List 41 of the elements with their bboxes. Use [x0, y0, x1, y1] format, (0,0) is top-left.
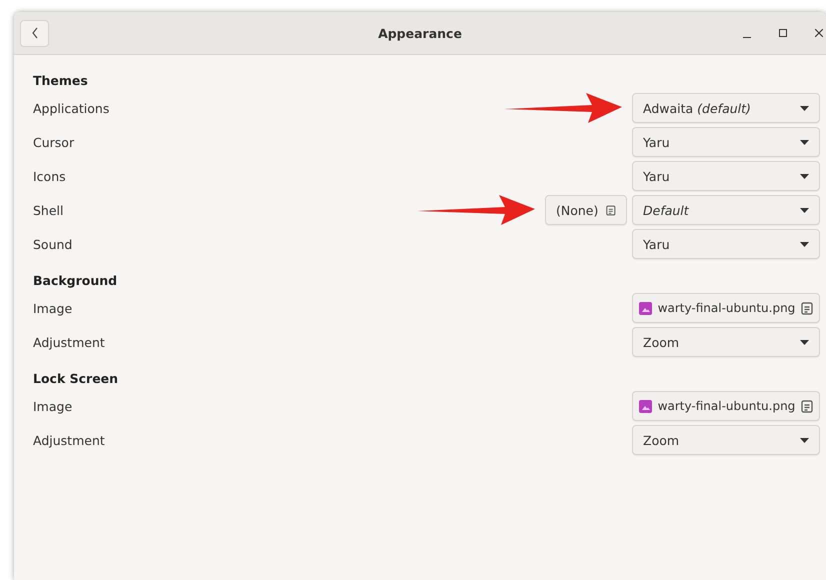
document-icon [606, 204, 616, 216]
row-label: Shell [33, 202, 64, 218]
image-file-icon [639, 400, 652, 412]
image-file-icon [639, 302, 652, 314]
minimize-icon [743, 36, 751, 38]
row-label: Image [33, 398, 74, 414]
dropdown[interactable]: Adwaita (default) [632, 93, 820, 123]
caret-icon [800, 140, 809, 144]
dropdown[interactable]: Default [632, 195, 820, 225]
section-title: Lock Screen [33, 370, 120, 388]
section-title: Background [33, 272, 118, 290]
caret-icon [800, 106, 809, 110]
close-button[interactable] [812, 26, 826, 40]
row-label: Applications [33, 100, 110, 116]
document-icon [801, 302, 813, 314]
dropdown[interactable]: Yaru [632, 229, 820, 259]
caret-icon [800, 438, 809, 442]
file-chooser-button[interactable]: warty-final-ubuntu.png [632, 391, 820, 421]
window-title: Appearance [378, 26, 462, 40]
file-chooser-button[interactable]: warty-final-ubuntu.png [632, 293, 820, 323]
dropdown[interactable]: Yaru [632, 127, 820, 157]
maximize-icon [779, 29, 787, 37]
none-button[interactable]: (None) [545, 195, 627, 225]
dropdown[interactable]: Zoom [632, 327, 820, 357]
row-label: Icons [33, 168, 67, 184]
caret-icon [800, 340, 809, 344]
row-label: Cursor [33, 134, 76, 150]
row-label: Adjustment [33, 334, 106, 350]
row-label: Adjustment [33, 432, 106, 448]
maximize-button[interactable] [776, 26, 790, 40]
back-icon [32, 27, 38, 39]
caret-icon [800, 174, 809, 178]
close-icon [815, 29, 823, 37]
row-label: Image [33, 300, 74, 316]
dropdown[interactable]: Yaru [632, 161, 820, 191]
section-title: Themes [33, 72, 89, 90]
row-label: Sound [33, 236, 74, 252]
dropdown[interactable]: Zoom [632, 425, 820, 455]
caret-icon [800, 208, 809, 212]
caret-icon [800, 242, 809, 246]
document-icon [801, 400, 813, 412]
